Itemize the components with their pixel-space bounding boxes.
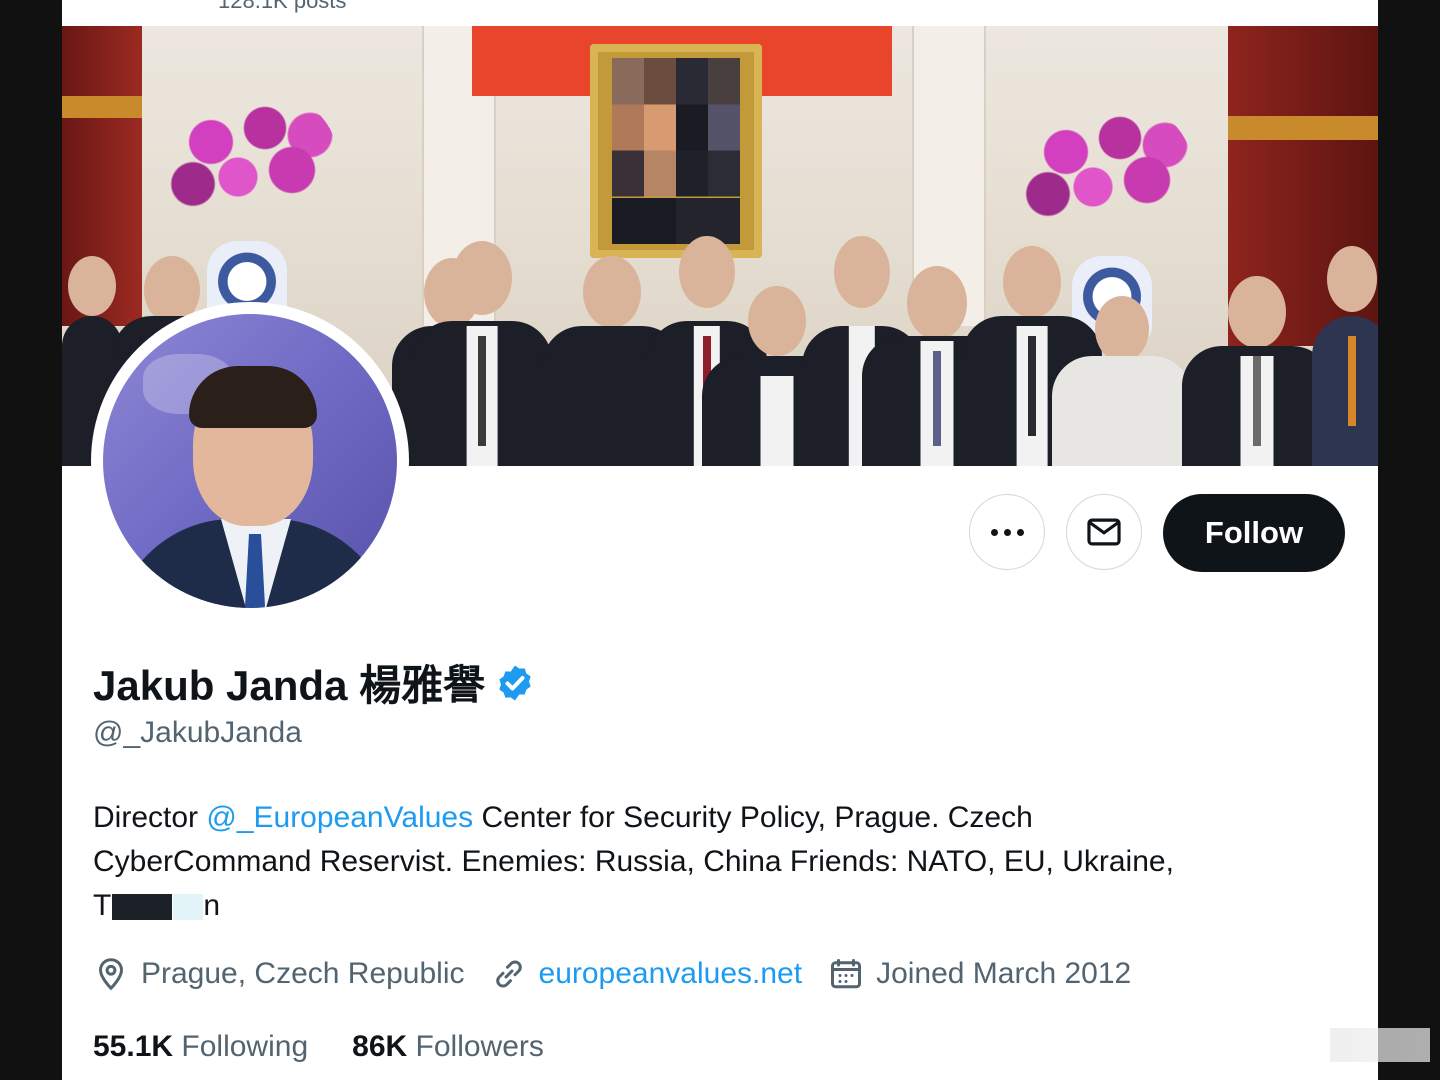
avatar-photo [103, 314, 397, 608]
banner-pixelated-portrait [612, 58, 740, 244]
banner-orchid-right [1012, 96, 1192, 236]
envelope-icon [1087, 518, 1121, 546]
profile-bio: Director @_EuropeanValues Center for Sec… [93, 796, 1323, 928]
display-name: Jakub Janda 楊雅譽 [93, 662, 486, 709]
joined-text: Joined March 2012 [876, 957, 1132, 990]
location-pin-icon [98, 958, 124, 991]
bio-redaction [112, 894, 173, 921]
posts-count: 128.1K posts [218, 0, 347, 13]
banner-person [1312, 246, 1378, 466]
followers-count: 86K [352, 1030, 408, 1063]
banner-portrait-frame [590, 44, 762, 258]
profile-handle: @_JakubJanda [93, 716, 302, 749]
profile-stats: 55.1K Following 86K Followers [93, 1030, 544, 1064]
profile-meta-row: Prague, Czech Republic europeanvalues.ne… [93, 956, 1131, 992]
profile-avatar[interactable] [97, 308, 403, 614]
following-count: 55.1K [93, 1030, 174, 1063]
meta-joined: Joined March 2012 [828, 956, 1131, 992]
location-text: Prague, Czech Republic [141, 957, 465, 990]
bio-redaction [173, 894, 204, 921]
bio-mention-link[interactable]: @_EuropeanValues [206, 801, 473, 834]
verified-badge-icon[interactable] [495, 663, 535, 703]
more-horizontal-icon [990, 528, 1024, 536]
message-button[interactable] [1066, 494, 1142, 570]
bio-prefix: Director [93, 801, 207, 834]
follow-button[interactable]: Follow [1163, 494, 1345, 572]
display-name-row: Jakub Janda 楊雅譽 [93, 652, 535, 713]
following-label: Following [181, 1030, 309, 1063]
bio-line2: CyberCommand Reservist. Enemies: Russia,… [93, 845, 1174, 878]
banner-person [1052, 296, 1192, 466]
banner-person [1182, 276, 1332, 466]
bio-line1-rest: Center for Security Policy, Prague. Czec… [473, 801, 1033, 834]
meta-website[interactable]: europeanvalues.net [491, 956, 803, 992]
calendar-icon [831, 959, 862, 989]
link-icon [495, 960, 522, 988]
watermark-logo [1330, 1028, 1430, 1062]
bio-line3-end: n [203, 889, 221, 922]
banner-orchid-left [157, 86, 337, 226]
followers-stat[interactable]: 86K Followers [352, 1030, 544, 1064]
profile-page: 128.1K posts Follow Jakub Janda 楊雅譽 @_Ja… [62, 0, 1378, 1080]
following-stat[interactable]: 55.1K Following [93, 1030, 308, 1064]
banner-person [412, 241, 552, 466]
followers-label: Followers [415, 1030, 544, 1063]
meta-location: Prague, Czech Republic [93, 956, 465, 992]
website-link[interactable]: europeanvalues.net [539, 957, 803, 991]
bio-line3-start: T [93, 889, 112, 922]
more-button[interactable] [969, 494, 1045, 570]
